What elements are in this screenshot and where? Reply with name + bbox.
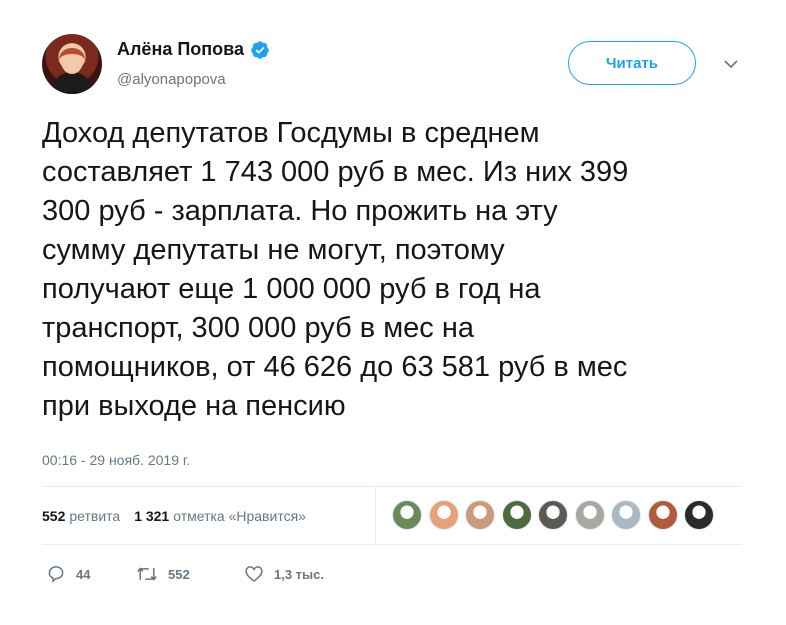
tweet-text-line: составляет 1 743 000 руб в мес. Из них 3… bbox=[42, 156, 629, 188]
stats-separator bbox=[375, 486, 376, 544]
tweet-stats: 552 ретвита 1 321 отметка «Нравится» bbox=[42, 508, 306, 524]
tweet-text: Доход депутатов Госдумы в среднем состав… bbox=[42, 114, 762, 426]
reply-icon bbox=[48, 566, 64, 583]
tweet-text-line: сумму депутаты не могут, поэтому bbox=[42, 234, 505, 266]
verified-badge-icon bbox=[251, 40, 269, 59]
chevron-down-icon[interactable] bbox=[723, 58, 739, 70]
tweet-actions: 44 552 1,3 тыс. bbox=[46, 564, 324, 584]
liker-avatar[interactable] bbox=[538, 500, 568, 530]
likes-count: 1 321 bbox=[134, 508, 170, 524]
liker-avatar[interactable] bbox=[501, 500, 532, 530]
retweet-action[interactable]: 552 bbox=[136, 564, 244, 584]
liker-avatar[interactable] bbox=[392, 500, 422, 530]
retweets-stat[interactable]: 552 ретвита bbox=[42, 508, 120, 524]
tweet-text-line: транспорт, 300 000 руб в мес на bbox=[42, 312, 474, 344]
author-name-row: Алёна Попова bbox=[117, 39, 270, 60]
tweet-text-line: получают еще 1 000 000 руб в год на bbox=[42, 273, 541, 305]
like-count: 1,3 тыс. bbox=[274, 566, 324, 582]
retweet-icon bbox=[137, 567, 157, 581]
liker-avatar[interactable] bbox=[611, 500, 641, 530]
tweet-text-line: помощников, от 46 626 до 63 581 руб в ме… bbox=[42, 351, 628, 383]
liker-avatar[interactable] bbox=[684, 500, 714, 530]
author-name[interactable]: Алёна Попова bbox=[117, 39, 244, 60]
retweet-count: 552 bbox=[168, 566, 190, 582]
tweet-timestamp[interactable]: 00:16 - 29 нояб. 2019 г. bbox=[42, 452, 190, 468]
liker-avatar[interactable] bbox=[647, 500, 678, 530]
liker-avatars bbox=[392, 500, 721, 530]
follow-button[interactable]: Читать bbox=[568, 41, 696, 85]
likes-stat[interactable]: 1 321 отметка «Нравится» bbox=[134, 508, 306, 524]
tweet-text-line: при выходе на пенсию bbox=[42, 390, 346, 422]
author-avatar[interactable] bbox=[42, 34, 102, 94]
tweet-text-line: 300 руб - зарплата. Но прожить на эту bbox=[42, 195, 558, 227]
tweet-text-line: Доход депутатов Госдумы в среднем bbox=[42, 117, 540, 149]
like-action[interactable]: 1,3 тыс. bbox=[244, 564, 324, 584]
reply-count: 44 bbox=[76, 566, 91, 582]
likes-label: отметка «Нравится» bbox=[173, 508, 306, 524]
heart-icon bbox=[245, 566, 263, 583]
liker-avatar[interactable] bbox=[428, 500, 459, 530]
divider bbox=[42, 544, 742, 545]
liker-avatar[interactable] bbox=[465, 500, 495, 530]
divider bbox=[42, 486, 742, 487]
liker-avatar[interactable] bbox=[574, 500, 605, 530]
retweets-count: 552 bbox=[42, 508, 66, 524]
retweets-label: ретвита bbox=[69, 508, 121, 524]
author-handle[interactable]: @alyonapopova bbox=[117, 71, 226, 88]
reply-action[interactable]: 44 bbox=[46, 564, 136, 584]
